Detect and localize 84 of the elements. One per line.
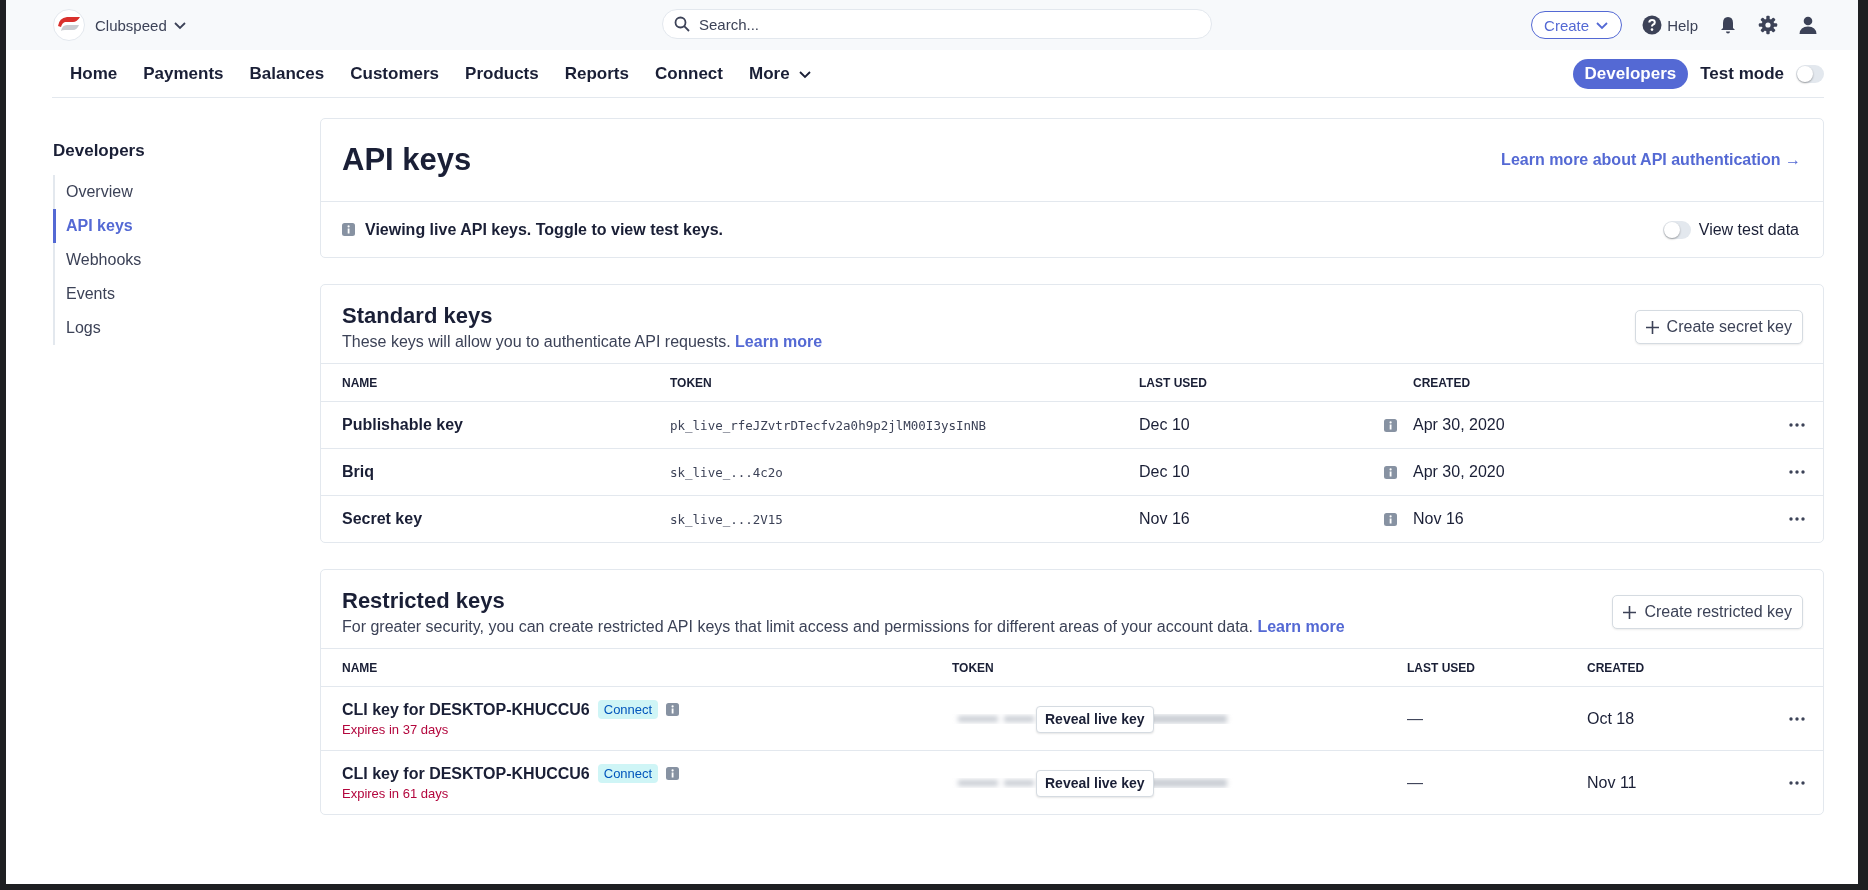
api-authentication-link[interactable]: Learn more about API authentication → xyxy=(1501,151,1801,169)
nav-link[interactable]: Home xyxy=(52,63,131,84)
section-description: For greater security, you can create restricted API keys that limit access and permissions for different areas of your account data. Learn more xyxy=(342,618,1345,636)
column-header: CREATED xyxy=(1587,660,1646,675)
nav-link[interactable]: Reports xyxy=(551,63,642,84)
last-used-date: — xyxy=(1407,773,1424,792)
create-button[interactable]: Create xyxy=(1531,11,1623,39)
expiry-text: Expires in 37 days xyxy=(342,722,450,737)
notice-text: Viewing live API keys. Toggle to view test keys. xyxy=(365,220,724,239)
toggle-switch[interactable] xyxy=(1662,220,1691,239)
reveal-key-button[interactable]: Reveal live key xyxy=(1036,769,1154,797)
learn-more-link[interactable]: Learn more xyxy=(735,333,823,350)
more-icon[interactable] xyxy=(1789,423,1805,427)
last-used-date: Nov 16 xyxy=(1139,510,1191,528)
section-description: These keys will allow you to authenticate API requests. Learn more xyxy=(342,333,823,351)
toggle-switch[interactable] xyxy=(1796,64,1824,83)
created-date: Nov 11 xyxy=(1587,773,1638,792)
info-icon xyxy=(666,703,680,716)
column-header: NAME xyxy=(342,375,379,390)
key-name: CLI key for DESKTOP-KHUCCU6 xyxy=(342,700,590,719)
column-header: TOKEN xyxy=(952,660,995,675)
section-title: Standard keys xyxy=(342,303,494,329)
page-title: API keys xyxy=(342,142,472,178)
logo-icon xyxy=(53,9,85,41)
settings-icon[interactable] xyxy=(1758,15,1778,35)
help-link[interactable]: Help xyxy=(1642,15,1698,35)
developers-button[interactable]: Developers xyxy=(1572,58,1689,89)
column-header: CREATED xyxy=(1413,375,1472,390)
sidebar-title: Developers xyxy=(53,141,146,161)
column-header: LAST USED xyxy=(1407,660,1476,675)
reveal-key-button[interactable]: Reveal live key xyxy=(1036,705,1154,733)
info-icon xyxy=(1384,512,1397,526)
plus-icon xyxy=(1623,605,1637,619)
expiry-text: Expires in 61 days xyxy=(342,786,450,801)
account-switcher[interactable]: Clubspeed xyxy=(95,16,187,34)
nav-link[interactable]: Customers xyxy=(337,63,453,84)
info-icon xyxy=(342,223,355,236)
sidebar-item[interactable]: Events xyxy=(53,277,320,311)
last-used-date: — xyxy=(1407,709,1424,728)
column-header: TOKEN xyxy=(670,375,713,390)
more-icon[interactable] xyxy=(1789,716,1805,721)
search-icon xyxy=(674,16,690,32)
info-icon xyxy=(1384,465,1397,479)
created-date: Nov 16 xyxy=(1413,510,1465,528)
more-icon[interactable] xyxy=(1789,470,1805,474)
info-icon xyxy=(666,767,680,780)
key-name: CLI key for DESKTOP-KHUCCU6 xyxy=(342,764,590,783)
created-date: Apr 30, 2020 xyxy=(1413,463,1506,481)
key-name: Briq xyxy=(342,463,375,481)
connect-tag: Connect xyxy=(597,764,659,783)
token-value: sk_live_...2V15 xyxy=(670,511,784,527)
column-header: NAME xyxy=(342,660,379,675)
last-used-date: Dec 10 xyxy=(1139,416,1191,434)
nav-link[interactable]: Products xyxy=(452,63,552,84)
last-used-date: Dec 10 xyxy=(1139,463,1191,481)
nav-link[interactable]: Connect xyxy=(641,63,736,84)
token-value: sk_live_...4c2o xyxy=(670,464,784,480)
nav-link[interactable]: More xyxy=(735,63,825,84)
connect-tag: Connect xyxy=(597,700,659,719)
more-icon[interactable] xyxy=(1789,517,1805,521)
nav-link[interactable]: Payments xyxy=(130,63,237,84)
sidebar-item[interactable]: Overview xyxy=(53,175,320,209)
info-icon xyxy=(1384,418,1397,432)
learn-more-link[interactable]: Learn more xyxy=(1257,618,1345,635)
column-header: LAST USED xyxy=(1139,375,1208,390)
created-date: Oct 18 xyxy=(1587,709,1636,728)
token-value: pk_live_rfeJZvtrDTecfv2a0h9p2jlM00I3ysInNB xyxy=(670,417,988,433)
more-icon[interactable] xyxy=(1789,780,1805,785)
created-date: Apr 30, 2020 xyxy=(1413,416,1506,434)
user-icon[interactable] xyxy=(1798,15,1818,35)
help-icon xyxy=(1642,15,1663,35)
sidebar-item[interactable]: API keys xyxy=(53,209,320,243)
create-key-button[interactable]: Create restricted key xyxy=(1612,595,1803,629)
search-field[interactable]: Search... xyxy=(662,9,1212,39)
sidebar-item[interactable]: Logs xyxy=(53,311,320,345)
view-test-data-label: View test data xyxy=(1698,220,1799,239)
key-name: Secret key xyxy=(342,510,424,528)
create-key-button[interactable]: Create secret key xyxy=(1634,310,1803,344)
sidebar-item[interactable]: Webhooks xyxy=(53,243,320,277)
plus-icon xyxy=(1645,320,1659,334)
key-name: Publishable key xyxy=(342,416,464,434)
nav-link[interactable]: Balances xyxy=(236,63,338,84)
test-mode-label: Test mode xyxy=(1700,63,1784,84)
section-title: Restricted keys xyxy=(342,588,506,614)
